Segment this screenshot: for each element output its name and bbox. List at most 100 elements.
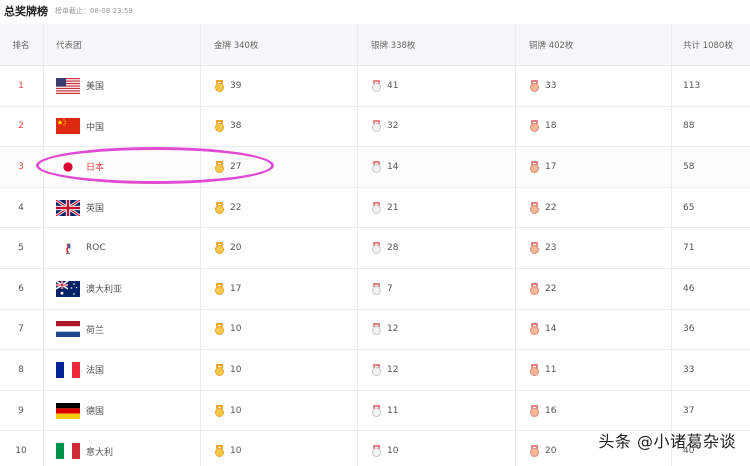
table-row[interactable]: 5 ROC 20 28 23 71 [0,228,750,269]
gold-count: 10 [230,324,242,335]
rank-cell: 10 [0,431,42,466]
bronze-count: 18 [545,121,557,132]
table-row[interactable]: 9 德国 10 11 16 37 [0,391,750,432]
rank-value: 8 [18,364,24,375]
bronze-cell: 33 [515,66,671,106]
team-cell[interactable]: ROC [44,228,200,268]
gold-cell: 10 [200,310,357,350]
silver-count: 7 [387,283,393,294]
rank-value: 10 [15,446,27,457]
rank-cell: 2 [0,107,42,147]
bronze-count: 11 [545,364,557,375]
gold-count: 22 [230,202,242,213]
team-cell[interactable]: 英国 [44,188,200,228]
total-count: 65 [683,202,695,213]
total-cell: 36 [671,310,750,350]
bronze-count: 14 [545,324,557,335]
flag-netherlands-icon [56,321,80,338]
table-row[interactable]: 7 荷兰 10 12 14 36 [0,310,750,351]
total-cell: 46 [671,269,750,309]
team-name: 中国 [86,122,105,133]
column-header-rank[interactable]: 排名 [0,24,42,65]
silver-cell: 12 [357,350,515,390]
team-cell[interactable]: 澳大利亚 [44,269,200,309]
silver-cell: 28 [357,228,515,268]
rank-cell: 5 [0,228,42,268]
gold-count: 10 [230,364,242,375]
team-cell[interactable]: 美国 [44,66,200,106]
column-header-silver[interactable]: 银牌 338枚 [357,24,515,65]
rank-value: 3 [18,161,24,172]
team-name: 澳大利亚 [86,285,123,296]
column-divider [43,24,44,466]
silver-cell: 14 [357,147,515,187]
gold-count: 39 [230,80,242,91]
rank-cell: 9 [0,391,42,431]
flag-france-icon [56,361,80,378]
table-row[interactable]: 1 美国 39 41 33 113 [0,66,750,107]
rank-value: 9 [18,405,24,416]
total-count: 36 [683,324,695,335]
team-name: 英国 [86,204,105,215]
silver-medal-icon [371,79,382,92]
column-header-bronze[interactable]: 铜牌 402枚 [515,24,671,65]
update-time: 榜单截止：08-08 23:59 [55,7,133,15]
bronze-count: 33 [545,80,557,91]
team-cell[interactable]: 中国 [44,107,200,147]
team-cell[interactable]: 荷兰 [44,310,200,350]
column-divider [200,24,201,466]
total-count: 113 [683,80,701,91]
flag-usa-icon [56,77,80,94]
bronze-cell: 11 [515,350,671,390]
silver-count: 21 [387,202,399,213]
column-divider [357,24,358,466]
page-title: 总奖牌榜 [4,5,48,18]
flag-germany-icon [56,402,80,419]
team-cell[interactable]: 德国 [44,391,200,431]
table-row[interactable]: 8 法国 10 12 11 33 [0,350,750,391]
rank-cell: 1 [0,66,42,106]
flag-china-icon [56,118,80,135]
silver-medal-icon [371,282,382,295]
bronze-medal-icon [529,323,540,336]
silver-cell: 41 [357,66,515,106]
rank-value: 6 [18,283,24,294]
silver-count: 11 [387,405,399,416]
silver-medal-icon [371,201,382,214]
silver-count: 28 [387,243,399,254]
bronze-count: 22 [545,283,557,294]
rank-value: 1 [18,80,24,91]
table-row[interactable]: 2 中国 38 32 18 88 [0,107,750,148]
bronze-medal-icon [529,445,540,458]
table-row[interactable]: 4 英国 22 21 22 65 [0,188,750,229]
team-cell[interactable]: 意大利 [44,431,200,466]
gold-cell: 10 [200,431,357,466]
silver-count: 10 [387,446,399,457]
bronze-medal-icon [529,79,540,92]
bronze-cell: 22 [515,188,671,228]
bronze-cell: 18 [515,107,671,147]
rank-cell: 7 [0,310,42,350]
column-header-team[interactable]: 代表团 [44,24,200,65]
gold-cell: 17 [200,269,357,309]
highlight-oval-annotation [36,147,274,184]
bronze-medal-icon [529,201,540,214]
column-header-total[interactable]: 共计 1080枚 [671,24,750,65]
gold-medal-icon [214,323,225,336]
silver-cell: 32 [357,107,515,147]
silver-count: 12 [387,324,399,335]
silver-medal-icon [371,404,382,417]
bronze-cell: 23 [515,228,671,268]
table-row[interactable]: 6 澳大利亚 17 7 22 46 [0,269,750,310]
column-header-gold[interactable]: 金牌 340枚 [200,24,357,65]
roc-emblem-icon [56,240,80,257]
silver-cell: 21 [357,188,515,228]
gold-medal-icon [214,242,225,255]
gold-medal-icon [214,445,225,458]
column-divider [515,24,516,466]
team-cell[interactable]: 法国 [44,350,200,390]
total-count: 88 [683,121,695,132]
total-count: 37 [683,405,695,416]
team-name: 荷兰 [86,325,105,336]
total-cell: 58 [671,147,750,187]
